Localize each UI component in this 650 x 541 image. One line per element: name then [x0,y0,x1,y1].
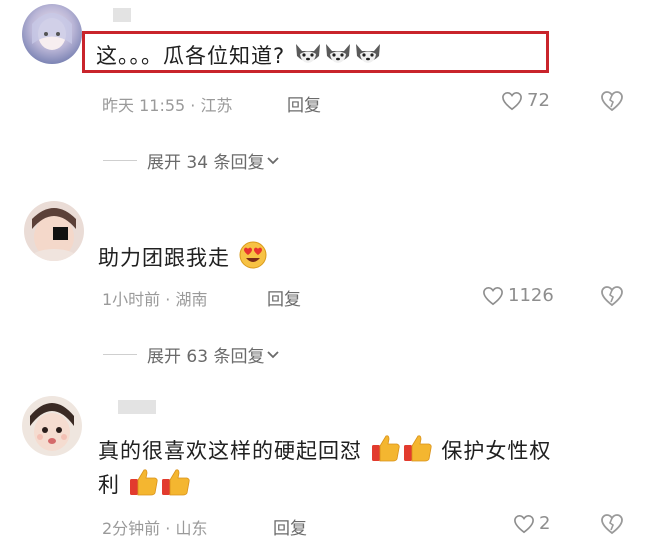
like-count: 72 [527,90,550,111]
comment-text: 真的很喜欢这样的硬起回怼 保护女性权 [98,433,551,471]
expand-replies[interactable]: 展开 34 条回复 [103,148,280,173]
heart-eyes-emoji [238,240,268,278]
username-blurred[interactable] [113,8,131,22]
expand-replies-label: 展开 63 条回复 [147,347,265,367]
heart-icon [483,286,503,305]
heart-icon [502,91,522,110]
thumbs-up-emoji [370,433,402,471]
comment-text-second-line: 利 [98,467,192,505]
comment-text-body: 这。。。瓜各位知道? [96,44,286,68]
comment-text: 助力团跟我走 [98,240,268,278]
chevron-down-icon [267,156,280,164]
avatar[interactable] [24,201,84,261]
like-button[interactable]: 2 [513,513,550,534]
like-count: 1126 [508,285,554,306]
broken-heart-icon [601,286,623,307]
comment-text-line2: 利 [98,473,120,497]
chevron-down-icon [267,350,280,358]
username-blurred[interactable] [118,400,156,414]
dislike-button[interactable] [600,90,624,116]
comment-text-body: 助力团跟我走 [98,246,230,270]
avatar[interactable] [22,4,82,64]
husky-emoji [323,40,353,74]
divider-line [103,160,137,161]
reply-button[interactable]: 回复 [287,91,321,116]
expand-replies[interactable]: 展开 63 条回复 [103,342,280,367]
thumbs-up-emoji [402,433,434,471]
divider-line [103,354,137,355]
like-button[interactable]: 1126 [482,285,554,306]
dislike-button[interactable] [600,285,624,311]
like-button[interactable]: 72 [501,90,550,111]
heart-icon [514,514,534,533]
expand-replies-label: 展开 34 条回复 [147,153,265,173]
dislike-button[interactable] [600,513,624,539]
reply-button[interactable]: 回复 [273,514,307,539]
comment-text: 这。。。瓜各位知道? [96,40,383,74]
thumbs-up-emoji [160,467,192,505]
comment-time-location: 1小时前 · 湖南 [102,290,208,309]
privacy-mask [53,227,68,240]
broken-heart-icon [601,91,623,112]
comment-time-location: 昨天 11:55 · 江苏 [102,96,233,115]
thumbs-up-emoji [128,467,160,505]
avatar[interactable] [22,396,82,456]
comment-time-location: 2分钟前 · 山东 [102,519,208,538]
husky-emoji [353,40,383,74]
husky-emoji [293,40,323,74]
like-count: 2 [539,513,551,534]
comment-text-line1: 真的很喜欢这样的硬起回怼 [98,439,362,463]
reply-button[interactable]: 回复 [267,285,301,310]
broken-heart-icon [601,514,623,535]
comment-text-line1-after: 保护女性权 [441,439,552,463]
